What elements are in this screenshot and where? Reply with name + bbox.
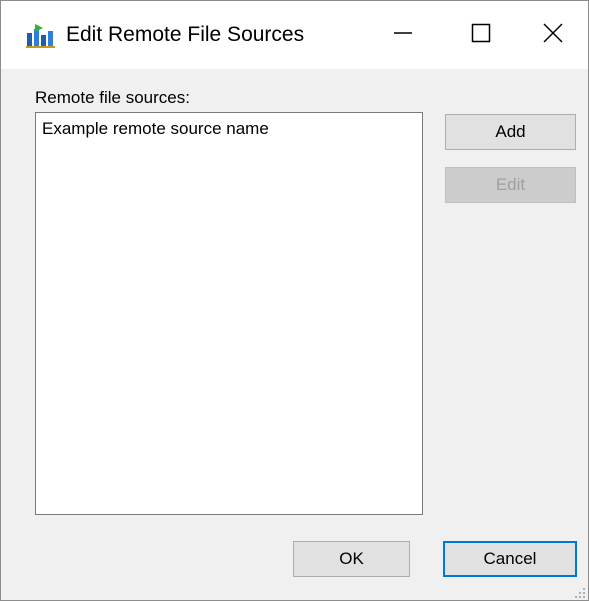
window-title: Edit Remote File Sources <box>66 23 305 46</box>
maximize-icon <box>471 23 491 48</box>
resize-grip-icon[interactable] <box>574 586 586 598</box>
dialog-window: Edit Remote File Sources Remote file sou… <box>0 0 589 601</box>
remote-sources-label: Remote file sources: <box>35 88 190 107</box>
ok-button[interactable]: OK <box>293 541 410 577</box>
edit-button[interactable]: Edit <box>445 167 576 203</box>
list-item[interactable]: Example remote source name <box>42 119 269 139</box>
minimize-icon <box>393 23 413 48</box>
app-chart-icon <box>26 23 56 49</box>
remote-sources-listbox[interactable]: Example remote source name <box>35 112 423 515</box>
dialog-content: Remote file sources: Example remote sour… <box>1 69 588 600</box>
close-button[interactable] <box>517 1 588 69</box>
add-button[interactable]: Add <box>445 114 576 150</box>
cancel-button[interactable]: Cancel <box>443 541 577 577</box>
title-bar[interactable]: Edit Remote File Sources <box>1 1 588 69</box>
maximize-button[interactable] <box>435 1 527 69</box>
close-icon <box>542 22 563 48</box>
